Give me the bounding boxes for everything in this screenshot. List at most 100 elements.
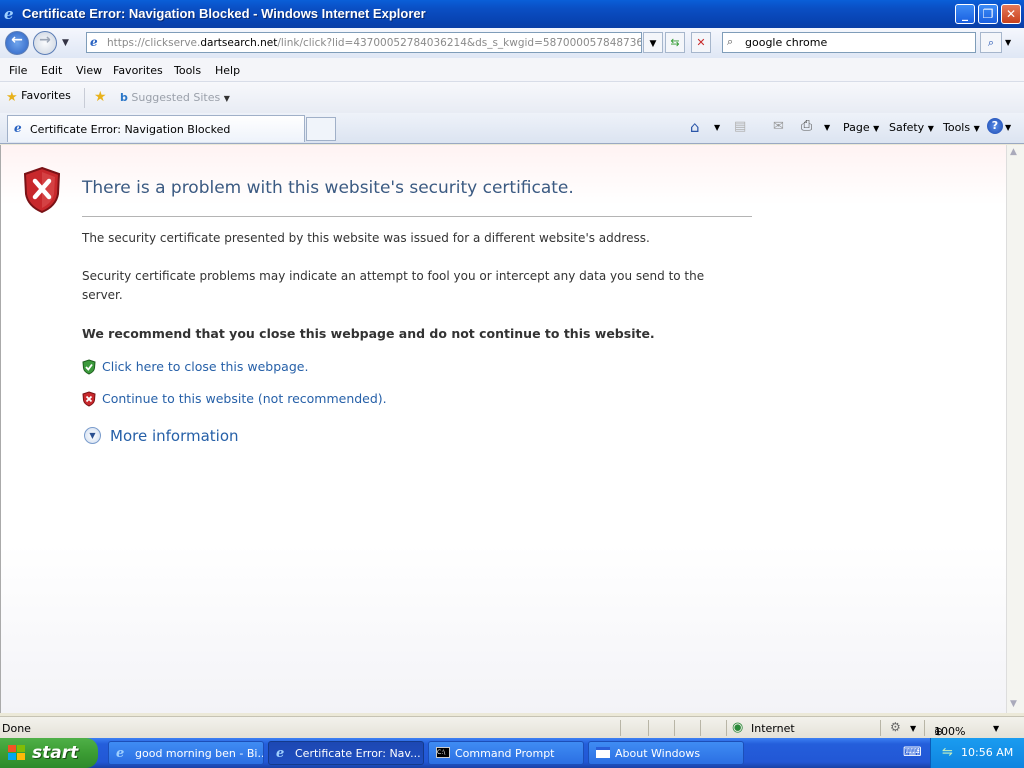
minimize-button[interactable]: _ <box>955 4 975 24</box>
menu-bar: File Edit View Favorites Tools Help <box>0 58 1024 82</box>
taskbar-item-certificate-error[interactable]: e Certificate Error: Nav... <box>268 741 424 765</box>
taskbar-item-command-prompt[interactable]: C:\ Command Prompt <box>428 741 584 765</box>
status-divider <box>620 720 621 736</box>
home-dropdown[interactable]: ▼ <box>714 123 720 132</box>
url-suffix: /link/click?lid=43700052784036214&ds_s_k… <box>277 37 641 49</box>
protected-mode-dropdown[interactable]: ▼ <box>910 724 916 733</box>
stop-icon: ✕ <box>696 36 706 49</box>
windows-logo-icon <box>8 745 26 761</box>
page-menu-label: Page <box>843 121 870 134</box>
divider <box>82 216 752 217</box>
help-dropdown[interactable]: ▼ <box>1005 123 1011 132</box>
feeds-icon[interactable]: ▤ <box>734 119 746 134</box>
search-button[interactable]: ⌕ <box>980 32 1002 53</box>
red-shield-icon <box>82 391 96 407</box>
security-zone: Internet <box>751 722 795 735</box>
taskbar-item-about-windows[interactable]: About Windows <box>588 741 744 765</box>
favorites-bar: ★ Favorites ★ b Suggested Sites ▼ <box>0 82 1024 113</box>
suggested-sites-label: Suggested Sites <box>131 91 221 104</box>
shield-error-icon <box>23 166 61 214</box>
help-icon[interactable]: ? <box>987 118 1003 134</box>
scroll-down-icon[interactable]: ▼ <box>1010 699 1017 709</box>
address-input[interactable]: e https://clickserve.dartsearch.net/link… <box>86 32 642 53</box>
address-toolbar: ← → ▼ e https://clickserve.dartsearch.ne… <box>0 28 1024 58</box>
tools-menu-label: Tools <box>943 121 971 134</box>
url-domain: dartsearch.net <box>200 37 278 49</box>
menu-view[interactable]: View <box>76 64 102 77</box>
keyboard-icon[interactable]: ⌨ <box>903 745 922 760</box>
close-button[interactable]: ✕ <box>1001 4 1021 24</box>
warning-description: Security certificate problems may indica… <box>82 269 705 302</box>
status-divider <box>924 720 925 736</box>
search-options-dropdown[interactable]: ▼ <box>1005 38 1011 47</box>
home-icon[interactable]: ⌂ <box>690 118 700 136</box>
menu-favorites[interactable]: Favorites <box>113 64 163 77</box>
expand-circle-icon[interactable]: ▼ <box>84 427 101 444</box>
ie-logo-icon: e <box>4 5 14 23</box>
globe-icon: ◉ <box>732 720 744 735</box>
refresh-button[interactable]: ⇆ <box>665 32 685 53</box>
refresh-icon: ⇆ <box>670 36 680 49</box>
maximize-button[interactable]: ❐ <box>978 4 998 24</box>
search-icon: ⌕ <box>987 36 995 49</box>
url-prefix: https://clickserve. <box>107 37 201 49</box>
restore-icon: ❐ <box>982 7 994 21</box>
forward-arrow-icon: → <box>39 32 51 48</box>
taskbar-item-bing[interactable]: e good morning ben - Bi... <box>108 741 264 765</box>
ie-page-icon: e <box>90 35 98 49</box>
menu-file[interactable]: File <box>9 64 27 77</box>
ie-icon: e <box>116 746 125 761</box>
print-dropdown[interactable]: ▼ <box>824 123 830 132</box>
protected-mode-icon[interactable]: ⚙ <box>890 720 901 734</box>
more-information-link[interactable]: More information <box>110 427 239 445</box>
zoom-level: 100% <box>934 725 966 738</box>
clock[interactable]: 10:56 AM <box>961 746 1013 759</box>
print-icon[interactable]: ⎙ <box>801 118 812 134</box>
taskbar-item-label: Command Prompt <box>455 747 555 760</box>
mail-icon[interactable]: ✉ <box>773 119 784 134</box>
window-icon <box>596 747 610 758</box>
search-input[interactable]: ⌕ google chrome <box>722 32 976 53</box>
page-menu-button[interactable]: Page ▼ <box>843 121 879 134</box>
close-webpage-link[interactable]: Click here to close this webpage. <box>102 359 308 374</box>
console-icon: C:\ <box>436 747 450 758</box>
recent-pages-dropdown[interactable]: ▼ <box>62 38 69 48</box>
network-icon[interactable]: ⇋ <box>942 745 953 760</box>
start-button[interactable]: start <box>0 738 98 768</box>
menu-tools[interactable]: Tools <box>174 64 201 77</box>
start-label: start <box>32 743 79 763</box>
menu-help[interactable]: Help <box>215 64 240 77</box>
new-tab-button[interactable] <box>306 117 336 141</box>
search-value: google chrome <box>745 36 828 49</box>
vertical-scrollbar[interactable]: ▲ ▼ <box>1006 145 1024 713</box>
stop-button[interactable]: ✕ <box>691 32 711 53</box>
status-text: Done <box>2 722 31 735</box>
bing-icon: b <box>120 91 128 104</box>
ie-page-icon: e <box>14 121 22 135</box>
back-button[interactable]: ← <box>5 31 29 55</box>
chevron-down-icon: ▼ <box>873 124 880 133</box>
status-divider <box>726 720 727 736</box>
menu-edit[interactable]: Edit <box>41 64 62 77</box>
forward-button[interactable]: → <box>33 31 57 55</box>
add-favorite-icon[interactable]: ★ <box>94 89 107 105</box>
tools-menu-button[interactable]: Tools ▼ <box>943 121 980 134</box>
green-shield-icon <box>82 359 96 375</box>
close-icon: ✕ <box>1005 7 1017 21</box>
favorites-button[interactable]: ★ Favorites <box>6 89 71 105</box>
zoom-dropdown[interactable]: ▼ <box>993 724 999 733</box>
scroll-up-icon[interactable]: ▲ <box>1010 147 1017 157</box>
chevron-down-icon: ▼ <box>649 39 657 49</box>
error-description: The security certificate presented by th… <box>82 231 650 245</box>
toolbar-divider <box>84 88 85 108</box>
continue-website-link[interactable]: Continue to this website (not recommende… <box>102 391 387 406</box>
tab-certificate-error[interactable]: e Certificate Error: Navigation Blocked <box>7 115 305 142</box>
page-title: There is a problem with this website's s… <box>82 178 574 198</box>
title-bar[interactable]: e Certificate Error: Navigation Blocked … <box>0 0 1024 28</box>
safety-menu-button[interactable]: Safety ▼ <box>889 121 934 134</box>
chevron-down-icon: ▼ <box>223 94 230 103</box>
address-dropdown-button[interactable]: ▼ <box>643 32 663 53</box>
recommendation-text: We recommend that you close this webpage… <box>82 326 655 341</box>
taskbar-item-label: About Windows <box>615 747 701 760</box>
suggested-sites-button[interactable]: b Suggested Sites ▼ <box>120 91 230 104</box>
